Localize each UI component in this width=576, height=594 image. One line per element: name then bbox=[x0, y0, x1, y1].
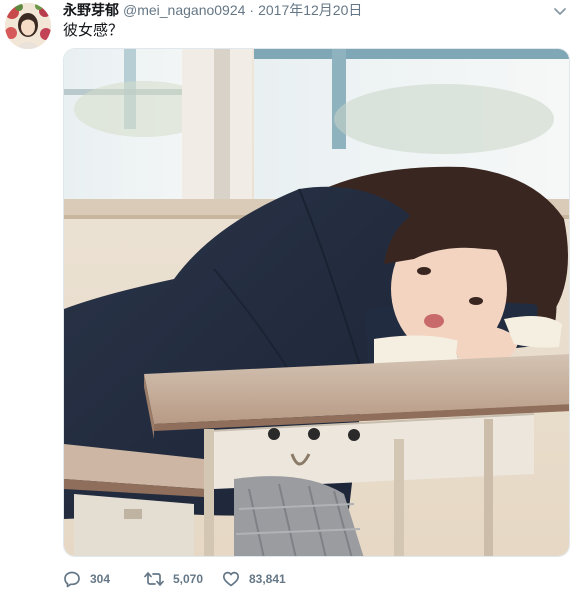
retweet-button[interactable]: 5,070 bbox=[144, 570, 222, 588]
tweet-photo[interactable] bbox=[63, 48, 570, 557]
tweet-timestamp[interactable]: 2017年12月20日 bbox=[258, 1, 362, 19]
tweet-header: 永野芽郁 @mei_nagano0924 · 2017年12月20日 bbox=[63, 1, 362, 19]
retweet-icon bbox=[144, 570, 164, 588]
author-avatar[interactable] bbox=[5, 3, 51, 49]
like-count: 83,841 bbox=[249, 572, 286, 586]
author-handle[interactable]: @mei_nagano0924 bbox=[123, 1, 245, 19]
author-display-name[interactable]: 永野芽郁 bbox=[63, 1, 119, 19]
chevron-down-icon[interactable] bbox=[553, 4, 567, 18]
like-button[interactable]: 83,841 bbox=[222, 570, 322, 588]
retweet-count: 5,070 bbox=[173, 572, 204, 586]
reply-icon bbox=[63, 570, 81, 588]
reply-button[interactable]: 304 bbox=[63, 570, 144, 588]
tweet-actions: 304 5,070 83,841 bbox=[63, 568, 322, 590]
tweet-text: 彼女感？ bbox=[63, 22, 124, 39]
reply-count: 304 bbox=[90, 572, 111, 586]
separator-dot: · bbox=[249, 2, 255, 18]
heart-icon bbox=[222, 570, 240, 588]
